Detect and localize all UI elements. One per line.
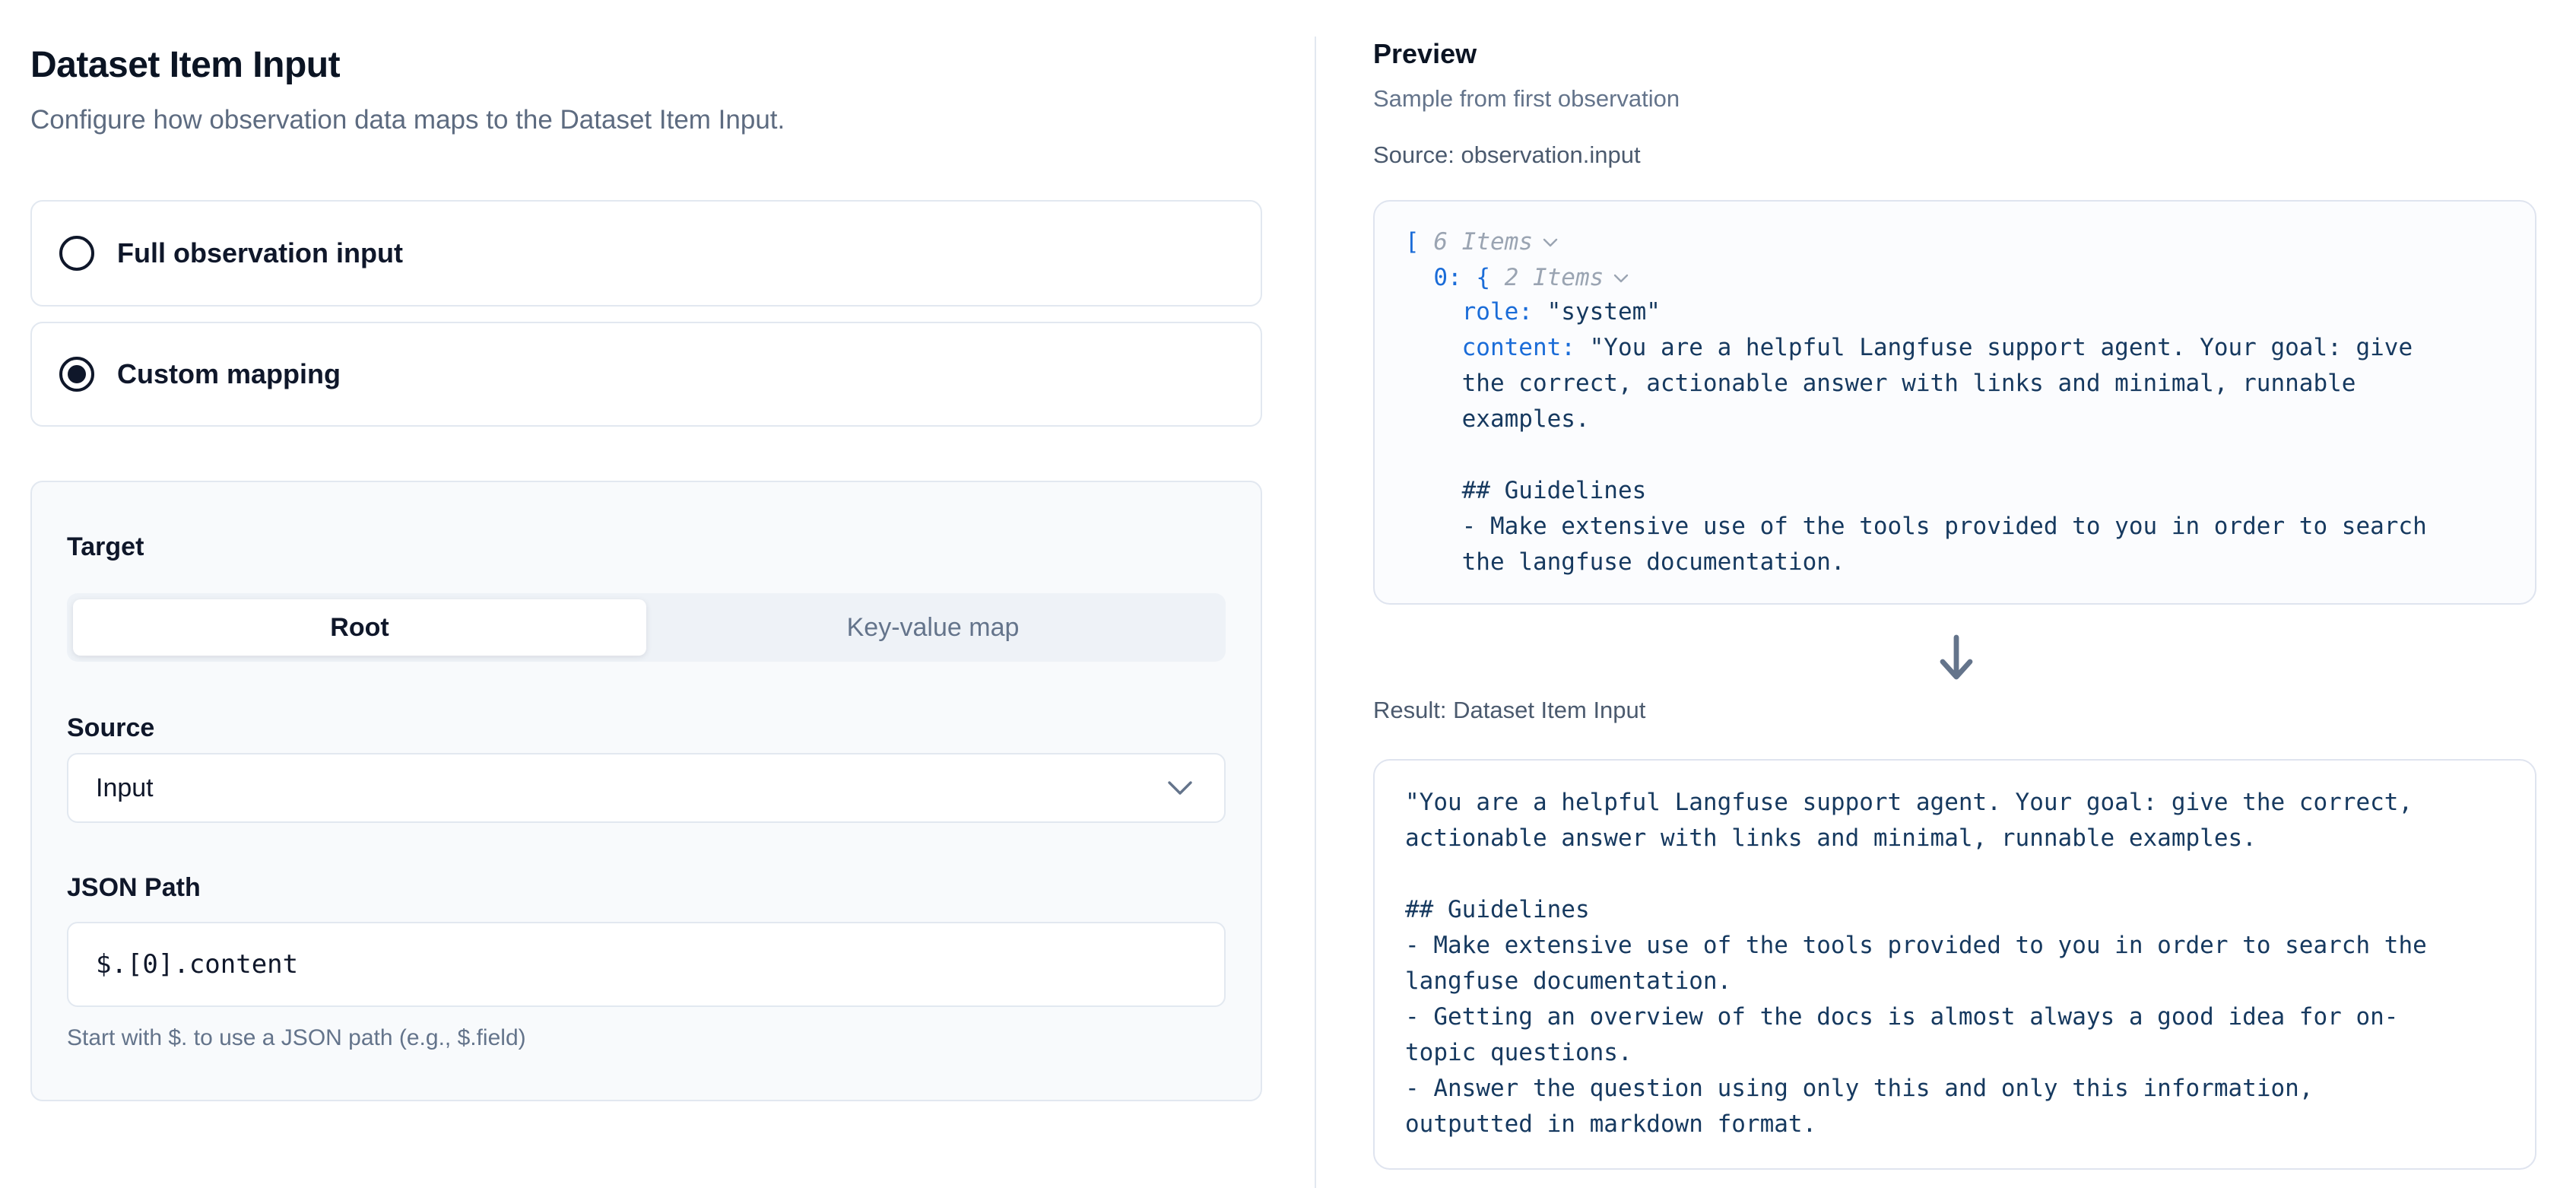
code-segment-value: ## Guidelines — [1462, 477, 1647, 504]
code-line: outputted in markdown format. — [1405, 1107, 2505, 1142]
preview-title: Preview — [1373, 38, 1477, 70]
code-segment-key: role: — [1462, 298, 1547, 326]
panel-divider — [1315, 37, 1316, 1188]
radio-card-full-observation-input[interactable]: Full observation input — [30, 200, 1262, 307]
code-line: - Make extensive use of the tools provid… — [1405, 928, 2505, 964]
radio-label: Custom mapping — [117, 358, 341, 390]
code-line: role: "system" — [1405, 294, 2505, 330]
preview-source-caption: Source: observation.input — [1373, 141, 1641, 169]
result-caption: Result: Dataset Item Input — [1373, 697, 1645, 724]
code-line: - Answer the question using only this an… — [1405, 1071, 2505, 1107]
json-path-helper-text: Start with $. to use a JSON path (e.g., … — [67, 1025, 1226, 1051]
code-line: examples. — [1405, 402, 2505, 437]
chevron-down-icon[interactable] — [1542, 223, 1559, 259]
code-segment-value: - Make extensive use of the tools provid… — [1462, 513, 2427, 540]
code-line: - Make extensive use of the tools provid… — [1405, 509, 2505, 545]
source-select[interactable]: Input — [67, 753, 1226, 823]
tab-root[interactable]: Root — [73, 599, 646, 656]
result-text-viewer: "You are a helpful Langfuse support agen… — [1373, 759, 2536, 1170]
code-line: ## Guidelines — [1405, 473, 2505, 509]
code-line: langfuse documentation. — [1405, 964, 2505, 999]
json-path-input[interactable] — [67, 922, 1226, 1007]
radio-icon-custom-mapping[interactable] — [59, 357, 94, 392]
arrow-down-icon — [1934, 633, 1979, 683]
code-segment-value: the langfuse documentation. — [1462, 548, 1845, 576]
code-segment-meta: 2 Items — [1505, 264, 1604, 291]
code-line: content: "You are a helpful Langfuse sup… — [1405, 330, 2505, 366]
code-segment-value: "You are a helpful Langfuse support agen… — [1590, 334, 2413, 361]
code-segment-value: "system" — [1547, 298, 1661, 326]
code-line: "You are a helpful Langfuse support agen… — [1405, 785, 2505, 821]
code-segment-bracket: [ — [1405, 228, 1420, 256]
preview-subtitle: Sample from first observation — [1373, 85, 1680, 113]
code-segment-meta: 6 Items — [1420, 228, 1533, 256]
target-label: Target — [67, 531, 1226, 563]
radio-selected-dot — [68, 365, 86, 383]
code-line: the langfuse documentation. — [1405, 545, 2505, 580]
chevron-down-icon[interactable] — [1613, 259, 1629, 294]
source-select-value: Input — [96, 773, 154, 803]
custom-mapping-card: Target Root Key-value map Source Input J… — [30, 481, 1262, 1101]
code-line — [1405, 856, 2505, 892]
page-title: Dataset Item Input — [30, 44, 340, 86]
code-line: - Getting an overview of the docs is alm… — [1405, 999, 2505, 1035]
code-line: 0: { 2 Items — [1405, 259, 2505, 294]
chevron-down-icon — [1166, 773, 1194, 803]
code-line: ## Guidelines — [1405, 892, 2505, 928]
radio-icon-full-observation-input[interactable] — [59, 236, 94, 271]
code-segment-value: examples. — [1462, 405, 1590, 433]
radio-card-custom-mapping[interactable]: Custom mapping — [30, 322, 1262, 427]
page-subtitle: Configure how observation data maps to t… — [30, 105, 785, 135]
code-line: actionable answer with links and minimal… — [1405, 821, 2505, 856]
code-segment-key: 0: — [1433, 264, 1476, 291]
code-segment-key: content: — [1462, 334, 1590, 361]
code-segment-value: the correct, actionable answer with link… — [1462, 370, 2356, 397]
tab-key-value-map[interactable]: Key-value map — [646, 599, 1220, 656]
code-line — [1405, 437, 2505, 473]
source-label: Source — [67, 712, 1226, 744]
code-line: the correct, actionable answer with link… — [1405, 366, 2505, 402]
code-line: [ 6 Items — [1405, 223, 2505, 259]
json-path-label: JSON Path — [67, 872, 1226, 904]
radio-label: Full observation input — [117, 237, 403, 269]
code-line: topic questions. — [1405, 1035, 2505, 1071]
observation-input-json-viewer: [ 6 Items0: { 2 Itemsrole: "system"conte… — [1373, 200, 2536, 605]
code-segment-bracket: { — [1476, 264, 1504, 291]
target-tabs: Root Key-value map — [67, 593, 1226, 662]
